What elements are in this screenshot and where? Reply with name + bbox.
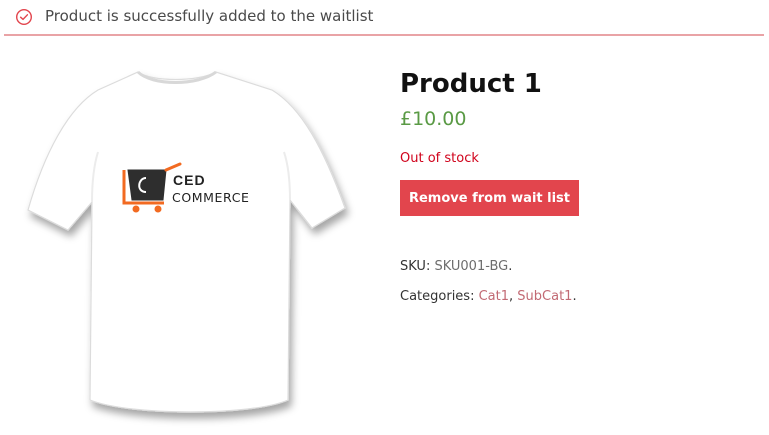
product-price: £10.00 — [400, 108, 467, 130]
sku-value: SKU001-BG — [434, 259, 509, 274]
product-summary: Product 1 £10.00 Out of stock Remove fro… — [400, 68, 760, 304]
sku-label: SKU: — [400, 259, 431, 274]
categories-row: Categories: Cat1, SubCat1. — [400, 289, 577, 304]
notice-message: Product is successfully added to the wai… — [45, 7, 374, 25]
logo-line1: CED — [173, 172, 206, 188]
product-image[interactable]: CED COMMERCE — [20, 60, 360, 430]
category-link-cat1[interactable]: Cat1 — [479, 289, 509, 304]
categories-label: Categories: — [400, 289, 475, 304]
remove-from-waitlist-button[interactable]: Remove from wait list — [400, 180, 579, 216]
stock-status: Out of stock — [400, 151, 479, 166]
category-link-subcat1[interactable]: SubCat1 — [517, 289, 572, 304]
sku-row: SKU: SKU001-BG. — [400, 259, 513, 274]
logo-line2: COMMERCE — [172, 190, 250, 205]
product-title: Product 1 — [400, 69, 542, 99]
check-circle-icon — [15, 8, 33, 26]
notice-banner: Product is successfully added to the wai… — [4, 0, 764, 36]
